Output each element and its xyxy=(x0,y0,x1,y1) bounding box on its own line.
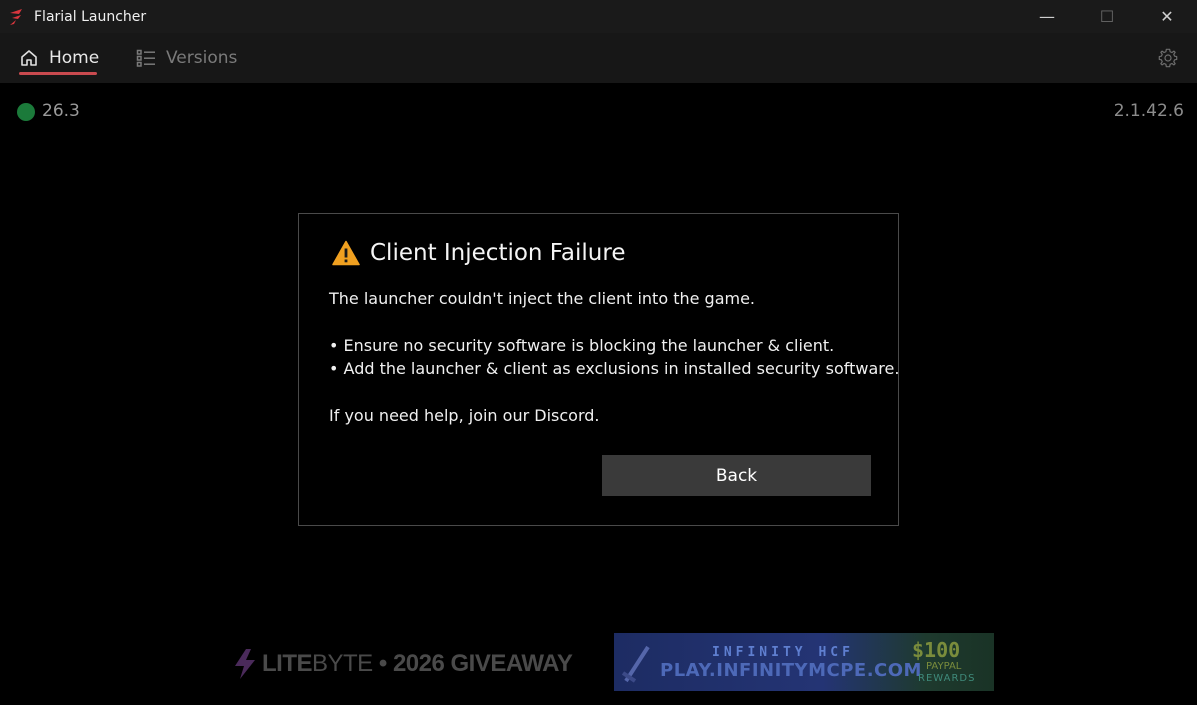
window-title: Flarial Launcher xyxy=(34,8,147,25)
minimize-button[interactable]: — xyxy=(1017,0,1077,33)
close-icon: ✕ xyxy=(1160,7,1174,26)
tab-home-label: Home xyxy=(49,48,100,68)
sword-icon xyxy=(621,645,650,683)
dialog-help-text: If you need help, join our Discord. xyxy=(329,406,600,425)
home-icon xyxy=(21,50,37,66)
dialog-bullet-2: • Add the launcher & client as exclusion… xyxy=(329,359,900,378)
title-bar: Flarial Launcher — ☐ ✕ xyxy=(0,0,1197,33)
dialog-bullet-1: • Ensure no security software is blockin… xyxy=(329,336,835,355)
close-button[interactable]: ✕ xyxy=(1137,0,1197,33)
game-version: 26.3 xyxy=(42,101,80,121)
infinity-hcf-label: INFINITY HCF xyxy=(712,645,854,660)
dialog-message: The launcher couldn't inject the client … xyxy=(329,289,756,308)
dialog-title: Client Injection Failure xyxy=(370,240,626,266)
tab-home[interactable]: Home xyxy=(19,33,99,83)
litebyte-giveaway-text: 2026 GIVEAWAY xyxy=(392,650,573,677)
infinity-prize: $100 xyxy=(912,638,961,662)
gear-icon[interactable] xyxy=(1157,47,1179,69)
maximize-icon: ☐ xyxy=(1099,7,1115,26)
nav-bar: Home Versions xyxy=(0,33,1197,83)
infinity-rewards-label: REWARDS xyxy=(918,673,976,684)
active-tab-indicator xyxy=(19,72,97,75)
launcher-version: 2.1.42.6 xyxy=(1113,101,1184,121)
infinity-paypal-label: PAYPAL xyxy=(926,661,962,672)
litebyte-brand-bold: LITE xyxy=(262,650,313,677)
maximize-button[interactable]: ☐ xyxy=(1077,0,1137,33)
warning-icon xyxy=(332,240,360,266)
tab-versions[interactable]: Versions xyxy=(136,33,237,83)
litebyte-giveaway-banner[interactable]: LITE BYTE • 2026 GIVEAWAY xyxy=(232,646,573,682)
lightning-icon xyxy=(235,649,255,679)
tab-versions-label: Versions xyxy=(166,48,238,68)
dialog-header: Client Injection Failure xyxy=(332,240,625,266)
status-indicator xyxy=(17,103,35,121)
minimize-icon: — xyxy=(1039,7,1055,26)
list-icon xyxy=(136,49,155,67)
error-dialog: Client Injection Failure The launcher co… xyxy=(298,213,899,526)
infinity-server-address: PLAY.INFINITYMCPE.COM xyxy=(660,660,922,681)
litebyte-brand-light: BYTE xyxy=(312,650,373,677)
litebyte-separator: • xyxy=(372,650,393,677)
infinity-mcpe-banner[interactable]: INFINITY HCF PLAY.INFINITYMCPE.COM $100 … xyxy=(614,633,994,691)
flarial-logo-icon xyxy=(10,8,22,25)
back-button[interactable]: Back xyxy=(602,455,871,496)
